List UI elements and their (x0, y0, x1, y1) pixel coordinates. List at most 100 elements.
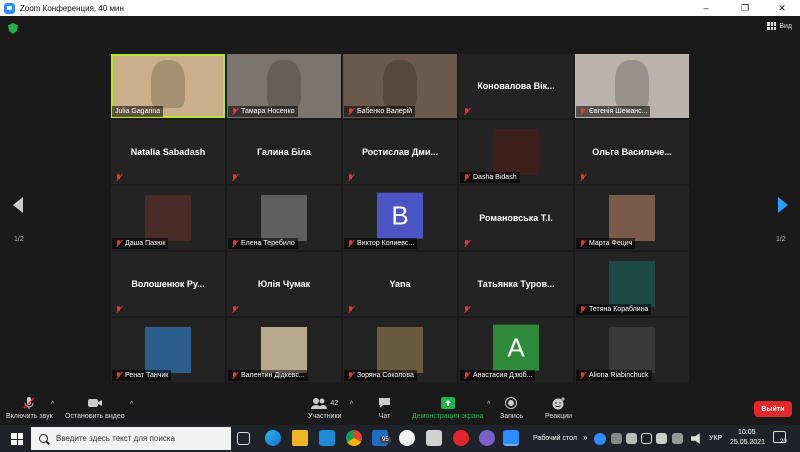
muted-mic-icon (231, 305, 238, 314)
grid-view-icon (767, 22, 777, 30)
share-caret-icon[interactable]: ^ (487, 401, 490, 408)
chat-button[interactable]: Чат (378, 396, 391, 420)
participant-tile[interactable]: Зоряна Соколова (343, 318, 457, 382)
explorer-icon[interactable] (319, 430, 335, 446)
participant-label (460, 304, 476, 315)
close-button[interactable]: ✕ (764, 0, 800, 16)
stop-video-button[interactable]: Остановить видео (65, 396, 125, 420)
participant-tile[interactable]: Aliona Riabinchuck (575, 318, 689, 382)
toolbar-chevron-icon[interactable]: » (583, 433, 587, 442)
muted-mic-icon (115, 305, 122, 314)
participant-label (112, 304, 128, 315)
share-screen-button[interactable]: Демонстрация экрана (412, 396, 484, 420)
taskbar-search-input[interactable]: Введите здесь текст для поиска (31, 427, 231, 450)
participant-tile[interactable]: Галина Біла (227, 120, 341, 184)
tray-app-icon[interactable] (594, 433, 606, 445)
participant-name: Dasha Bidash (473, 174, 517, 181)
participant-tile[interactable]: Волошенюк Ру... (111, 252, 225, 316)
participant-label (344, 304, 360, 315)
reactions-label: Реакции (545, 413, 573, 420)
participant-tile[interactable]: A Анастасия Дзюб... (459, 318, 573, 382)
prev-page-arrow-icon[interactable] (13, 197, 23, 213)
page-indicator-left: 1/2 (14, 236, 24, 243)
record-button[interactable]: Запись (500, 396, 523, 420)
participant-tile[interactable]: Даша Пазюк (111, 186, 225, 250)
muted-mic-icon (231, 371, 238, 380)
battery-icon[interactable] (626, 433, 637, 444)
encryption-shield-icon[interactable] (8, 23, 18, 34)
chrome-icon[interactable] (346, 430, 362, 446)
participant-profile-photo (145, 327, 191, 373)
participants-button[interactable]: 42 Участники (308, 396, 341, 420)
participant-tile[interactable]: Yana (343, 252, 457, 316)
store-icon[interactable] (292, 430, 308, 446)
search-icon (39, 434, 48, 443)
participant-label: Марта Фецич (576, 238, 636, 249)
participant-tile[interactable]: Татьянка Туров... (459, 252, 573, 316)
participant-name-center: Ольга Васильче... (592, 147, 672, 157)
record-label: Запись (500, 413, 523, 420)
network-icon-2[interactable] (656, 433, 667, 444)
participant-tile[interactable]: Ольга Васильче... (575, 120, 689, 184)
participant-name: Виктор Колиевс... (357, 240, 415, 247)
participant-name-center: Романовська Т.І. (479, 213, 553, 223)
video-options-caret-icon[interactable]: ^ (130, 401, 133, 408)
participant-name: Зоряна Соколова (357, 372, 414, 379)
participant-tile[interactable]: Романовська Т.І. (459, 186, 573, 250)
participant-tile[interactable]: Natalia Sabadash (111, 120, 225, 184)
clock-time[interactable]: 10:05 (738, 429, 756, 436)
participant-name: Анастасия Дзюб... (473, 372, 533, 379)
participant-tile[interactable]: Юлія Чумак (227, 252, 341, 316)
participant-tile[interactable]: Ренат Танчик (111, 318, 225, 382)
participant-name-center: Татьянка Туров... (477, 279, 555, 289)
participant-tile[interactable]: Коновалова Вік... (459, 54, 573, 118)
windows-start-icon[interactable] (11, 433, 23, 445)
participant-tile[interactable]: Тетяна Кораблина (575, 252, 689, 316)
reactions-button[interactable]: Реакции (545, 396, 572, 420)
participant-tile[interactable]: Валентин Дідкевс... (227, 318, 341, 382)
reactions-icon (552, 396, 566, 410)
muted-mic-icon (463, 305, 470, 314)
desktop-label[interactable]: Рабочий стол (533, 435, 577, 442)
participant-label (228, 172, 244, 183)
participant-tile[interactable]: Dasha Bidash (459, 120, 573, 184)
window-title: Zoom Конференция, 40 мин (20, 3, 124, 13)
participant-tile[interactable]: Ростислав Дми... (343, 120, 457, 184)
participant-tile[interactable]: Julia Gagarina (111, 54, 225, 118)
zoom-window: Zoom Конференция, 40 мин – ❐ ✕ Вид 1/2 1… (0, 0, 800, 452)
maximize-button[interactable]: ❐ (727, 0, 763, 16)
leave-meeting-button[interactable]: Выйти (754, 401, 792, 417)
network-icon[interactable] (641, 433, 652, 444)
unmute-button[interactable]: Включить звук (6, 396, 53, 420)
edge-icon[interactable] (265, 430, 281, 446)
viber-icon[interactable] (479, 430, 495, 446)
audio-options-caret-icon[interactable]: ^ (51, 401, 54, 408)
task-view-icon[interactable] (237, 432, 250, 445)
next-page-arrow-icon[interactable] (778, 197, 788, 213)
app-icon[interactable] (426, 430, 442, 446)
opera-icon[interactable] (453, 430, 469, 446)
participant-profile-photo (493, 129, 539, 175)
muted-mic-icon (463, 173, 470, 182)
participant-tile[interactable]: Марта Фецич (575, 186, 689, 250)
participant-tile[interactable]: Тамара Носенко (227, 54, 341, 118)
participant-name: Julia Gagarina (115, 108, 161, 115)
participant-tile[interactable]: Євгенія Шеманс... (575, 54, 689, 118)
language-indicator[interactable]: УКР (709, 435, 722, 442)
usb-icon[interactable] (672, 433, 683, 444)
participant-tile[interactable]: Елена Теребило (227, 186, 341, 250)
hp-icon[interactable] (399, 430, 415, 446)
windows-taskbar: Введите здесь текст для поиска 95 Рабочи… (0, 425, 800, 452)
participants-caret-icon[interactable]: ^ (350, 401, 353, 408)
muted-mic-icon (579, 371, 586, 380)
minimize-button[interactable]: – (688, 0, 724, 16)
participant-label (460, 238, 476, 249)
zoom-taskbar-icon[interactable] (503, 430, 519, 446)
volume-icon[interactable] (691, 433, 700, 444)
clock-date[interactable]: 25.05.2021 (730, 439, 765, 446)
zoom-app-icon (4, 2, 15, 14)
tray-icon-2[interactable] (611, 433, 622, 444)
view-button[interactable]: Вид (767, 22, 792, 30)
participant-tile[interactable]: B Виктор Колиевс... (343, 186, 457, 250)
participant-tile[interactable]: Бабенко Валерій (343, 54, 457, 118)
